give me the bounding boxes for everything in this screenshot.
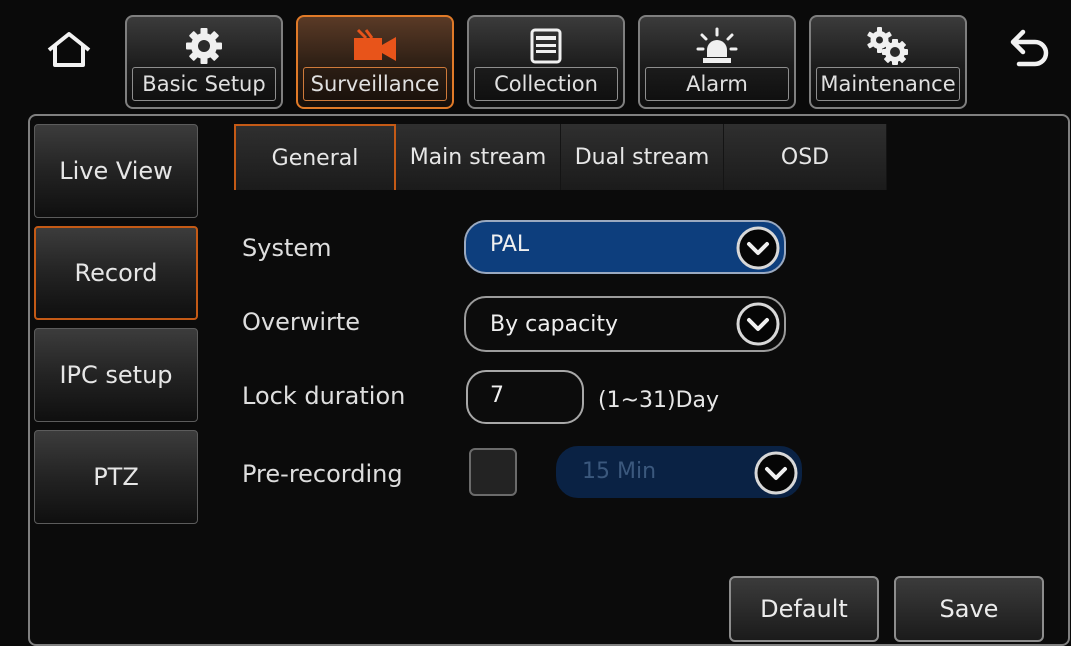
gears-icon: [867, 27, 908, 65]
tab-maintenance[interactable]: Maintenance: [809, 15, 967, 109]
overwrite-value: By capacity: [490, 312, 618, 337]
save-button[interactable]: Save: [894, 576, 1044, 642]
default-button[interactable]: Default: [729, 576, 879, 642]
tab-label: Alarm: [645, 67, 789, 101]
system-label: System: [242, 234, 332, 262]
sidebar-item-label: Record: [74, 259, 158, 287]
tab-label: Collection: [474, 67, 618, 101]
save-button-label: Save: [939, 595, 999, 623]
chevron-down-icon: [754, 451, 798, 495]
pre-recording-label: Pre-recording: [242, 460, 403, 488]
tab-alarm[interactable]: Alarm: [638, 15, 796, 109]
subtab-label: OSD: [780, 144, 830, 170]
sidebar-item-live-view[interactable]: Live View: [34, 124, 198, 218]
folder-icon: [530, 28, 562, 64]
lock-duration-input[interactable]: 7: [466, 370, 584, 424]
overwrite-label: Overwirte: [242, 308, 361, 336]
sidebar-item-label: Live View: [59, 157, 173, 185]
back-button[interactable]: [998, 20, 1060, 76]
system-select[interactable]: PAL: [464, 220, 786, 274]
subtab-label: Main stream: [409, 144, 547, 170]
lock-duration-label: Lock duration: [242, 382, 406, 410]
tab-label: Maintenance: [816, 67, 960, 101]
subtab-label: General: [271, 145, 359, 171]
sidebar-item-ipc-setup[interactable]: IPC setup: [34, 328, 198, 422]
tab-collection[interactable]: Collection: [467, 15, 625, 109]
subtab-label: Dual stream: [574, 144, 710, 170]
tab-surveillance[interactable]: Surveillance: [296, 15, 454, 109]
subtab-osd[interactable]: OSD: [724, 124, 887, 190]
pre-recording-value: 15 Min: [582, 459, 657, 484]
overwrite-select[interactable]: By capacity: [464, 296, 786, 352]
tab-basic-setup[interactable]: Basic Setup: [125, 15, 283, 109]
home-button[interactable]: [38, 22, 100, 78]
sidebar-item-label: IPC setup: [59, 361, 173, 389]
subtab-dual-stream[interactable]: Dual stream: [561, 124, 724, 190]
sidebar-item-record[interactable]: Record: [34, 226, 198, 320]
sidebar-item-ptz[interactable]: PTZ: [34, 430, 198, 524]
chevron-down-icon: [736, 226, 780, 270]
pre-recording-duration-select: 15 Min: [556, 446, 802, 498]
subtab-general[interactable]: General: [234, 124, 396, 190]
back-arrow-icon: [1010, 29, 1049, 67]
alarm-light-icon: [696, 27, 738, 63]
pre-recording-checkbox[interactable]: [469, 448, 517, 496]
gear-icon: [186, 28, 222, 64]
home-icon: [47, 32, 91, 67]
tab-label: Basic Setup: [132, 67, 276, 101]
default-button-label: Default: [760, 595, 848, 623]
tab-label: Surveillance: [303, 67, 447, 101]
subtab-main-stream[interactable]: Main stream: [396, 124, 561, 190]
camera-icon: [354, 28, 396, 61]
sidebar-item-label: PTZ: [93, 463, 139, 491]
system-value: PAL: [490, 232, 530, 257]
lock-duration-hint: (1~31)Day: [598, 388, 720, 413]
chevron-down-icon: [736, 302, 780, 346]
